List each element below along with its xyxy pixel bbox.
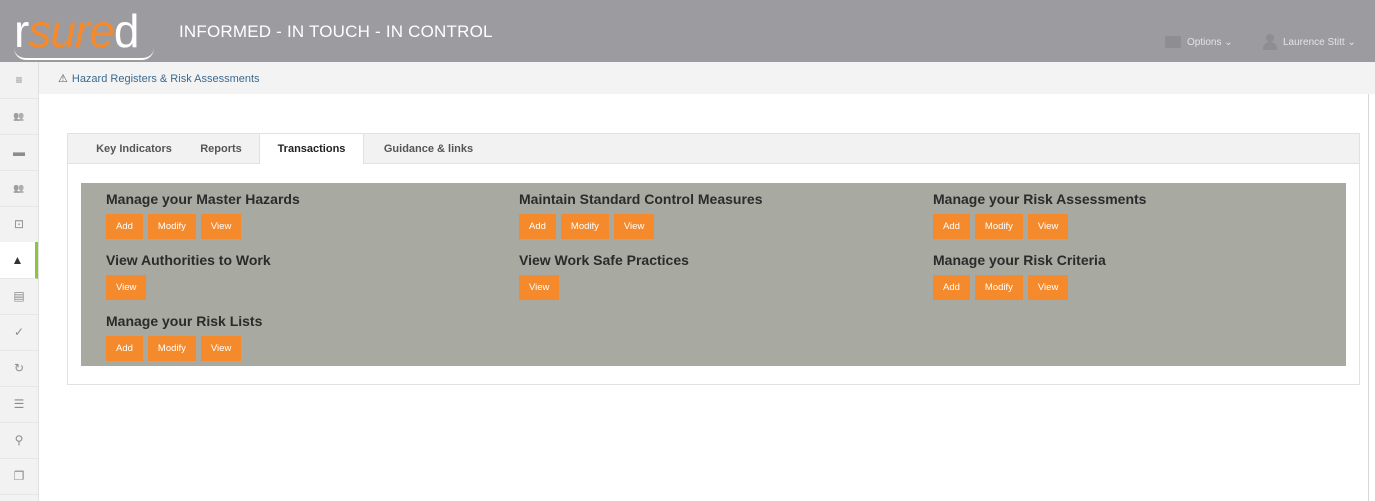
warning-icon: ▲ bbox=[11, 253, 24, 267]
sidebar-item-hazards[interactable]: ▲ bbox=[0, 242, 38, 279]
section-title: Manage your Risk Assessments bbox=[933, 191, 1147, 207]
breadcrumb[interactable]: ⚠ Hazard Registers & Risk Assessments bbox=[58, 72, 260, 86]
app-header: rsured INFORMED - IN TOUCH - IN CONTROL … bbox=[0, 0, 1375, 62]
map-marker-icon: ⚲ bbox=[14, 433, 24, 447]
section-risk-criteria: Manage your Risk Criteria Add Modify Vie… bbox=[933, 251, 1106, 300]
options-icon bbox=[1165, 36, 1181, 48]
header-tagline: INFORMED - IN TOUCH - IN CONTROL bbox=[179, 22, 493, 41]
section-title: Manage your Risk Lists bbox=[106, 313, 263, 329]
transactions-panel: Manage your Master Hazards Add Modify Vi… bbox=[81, 183, 1346, 366]
risk-assessments-view-button[interactable]: View bbox=[1027, 214, 1069, 239]
breadcrumb-label: Hazard Registers & Risk Assessments bbox=[71, 72, 260, 85]
sidebar-item-group[interactable]: 👥 bbox=[0, 170, 38, 207]
sidebar-item-list[interactable]: ☰ bbox=[0, 386, 38, 423]
section-title: Maintain Standard Control Measures bbox=[519, 191, 763, 207]
risk-assessments-add-button[interactable]: Add bbox=[933, 214, 970, 239]
sidebar-item-refresh[interactable]: ↻ bbox=[0, 350, 38, 387]
section-title: View Authorities to Work bbox=[106, 252, 271, 268]
tab-transactions[interactable]: Transactions bbox=[259, 134, 364, 164]
sidebar-item-check[interactable]: ✓ bbox=[0, 314, 38, 351]
refresh-icon: ↻ bbox=[13, 361, 25, 375]
sidebar: ≡ 👥 ▬ 👥 ⊡ ▲ ▤ ✓ ↻ ☰ ⚲ ❐ bbox=[0, 62, 39, 501]
control-measures-view-button[interactable]: View bbox=[613, 214, 655, 239]
risk-assessments-modify-button[interactable]: Modify bbox=[974, 214, 1023, 239]
tab-key-indicators[interactable]: Key Indicators bbox=[76, 134, 192, 163]
tab-strip: Key Indicators Reports Transactions Guid… bbox=[68, 134, 1359, 164]
user-name: Laurence Stitt ⌄ bbox=[1283, 36, 1356, 48]
sidebar-item-people[interactable]: 👥 bbox=[0, 98, 38, 135]
briefcase-icon: ⊡ bbox=[13, 217, 25, 231]
copy-icon: ❐ bbox=[13, 469, 25, 483]
section-control-measures: Maintain Standard Control Measures Add M… bbox=[519, 190, 762, 239]
group-icon: 👥 bbox=[13, 182, 25, 193]
risk-lists-modify-button[interactable]: Modify bbox=[147, 336, 196, 361]
logo-swoosh bbox=[14, 48, 154, 60]
master-hazards-add-button[interactable]: Add bbox=[106, 214, 143, 239]
section-title: Manage your Risk Criteria bbox=[933, 252, 1106, 268]
control-measures-add-button[interactable]: Add bbox=[519, 214, 556, 239]
list-icon: ☰ bbox=[13, 397, 25, 411]
master-hazards-modify-button[interactable]: Modify bbox=[147, 214, 196, 239]
sidebar-item-briefcase[interactable]: ⊡ bbox=[0, 206, 38, 243]
menu-icon: ≡ bbox=[15, 73, 23, 87]
people-icon: 👥 bbox=[13, 110, 25, 121]
book-icon: ▤ bbox=[13, 289, 25, 303]
options-label: Options ⌄ bbox=[1187, 36, 1233, 48]
section-risk-lists: Manage your Risk Lists Add Modify View bbox=[106, 312, 262, 361]
section-risk-assessments: Manage your Risk Assessments Add Modify … bbox=[933, 190, 1146, 239]
check-icon: ✓ bbox=[13, 325, 25, 339]
truck-icon: ▬ bbox=[13, 145, 25, 159]
warning-icon: ⚠ bbox=[58, 73, 68, 85]
content-right-border bbox=[1368, 94, 1369, 501]
control-measures-modify-button[interactable]: Modify bbox=[560, 214, 609, 239]
sidebar-item-location[interactable]: ⚲ bbox=[0, 422, 38, 459]
section-work-safe-practices: View Work Safe Practices View bbox=[519, 251, 689, 300]
tab-guidance-links[interactable]: Guidance & links bbox=[371, 134, 486, 163]
risk-criteria-view-button[interactable]: View bbox=[1027, 275, 1069, 300]
sidebar-item-truck[interactable]: ▬ bbox=[0, 134, 38, 171]
breadcrumb-bar: ⚠ Hazard Registers & Risk Assessments bbox=[39, 62, 1375, 94]
tab-reports[interactable]: Reports bbox=[192, 134, 250, 163]
master-hazards-view-button[interactable]: View bbox=[200, 214, 242, 239]
section-authorities-to-work: View Authorities to Work View bbox=[106, 251, 271, 300]
user-avatar-icon bbox=[1263, 34, 1277, 50]
work-safe-view-button[interactable]: View bbox=[519, 275, 560, 300]
authorities-view-button[interactable]: View bbox=[106, 275, 147, 300]
sidebar-item-menu[interactable]: ≡ bbox=[0, 62, 38, 99]
section-title: Manage your Master Hazards bbox=[106, 191, 300, 207]
sidebar-item-book[interactable]: ▤ bbox=[0, 278, 38, 315]
section-title: View Work Safe Practices bbox=[519, 252, 689, 268]
risk-criteria-add-button[interactable]: Add bbox=[933, 275, 970, 300]
risk-criteria-modify-button[interactable]: Modify bbox=[974, 275, 1023, 300]
section-master-hazards: Manage your Master Hazards Add Modify Vi… bbox=[106, 190, 300, 239]
options-menu[interactable]: Options ⌄ bbox=[1165, 32, 1233, 52]
risk-lists-add-button[interactable]: Add bbox=[106, 336, 143, 361]
user-menu[interactable]: Laurence Stitt ⌄ bbox=[1263, 32, 1356, 52]
risk-lists-view-button[interactable]: View bbox=[200, 336, 242, 361]
sidebar-item-copy[interactable]: ❐ bbox=[0, 458, 38, 495]
main-panel: Key Indicators Reports Transactions Guid… bbox=[67, 133, 1360, 385]
